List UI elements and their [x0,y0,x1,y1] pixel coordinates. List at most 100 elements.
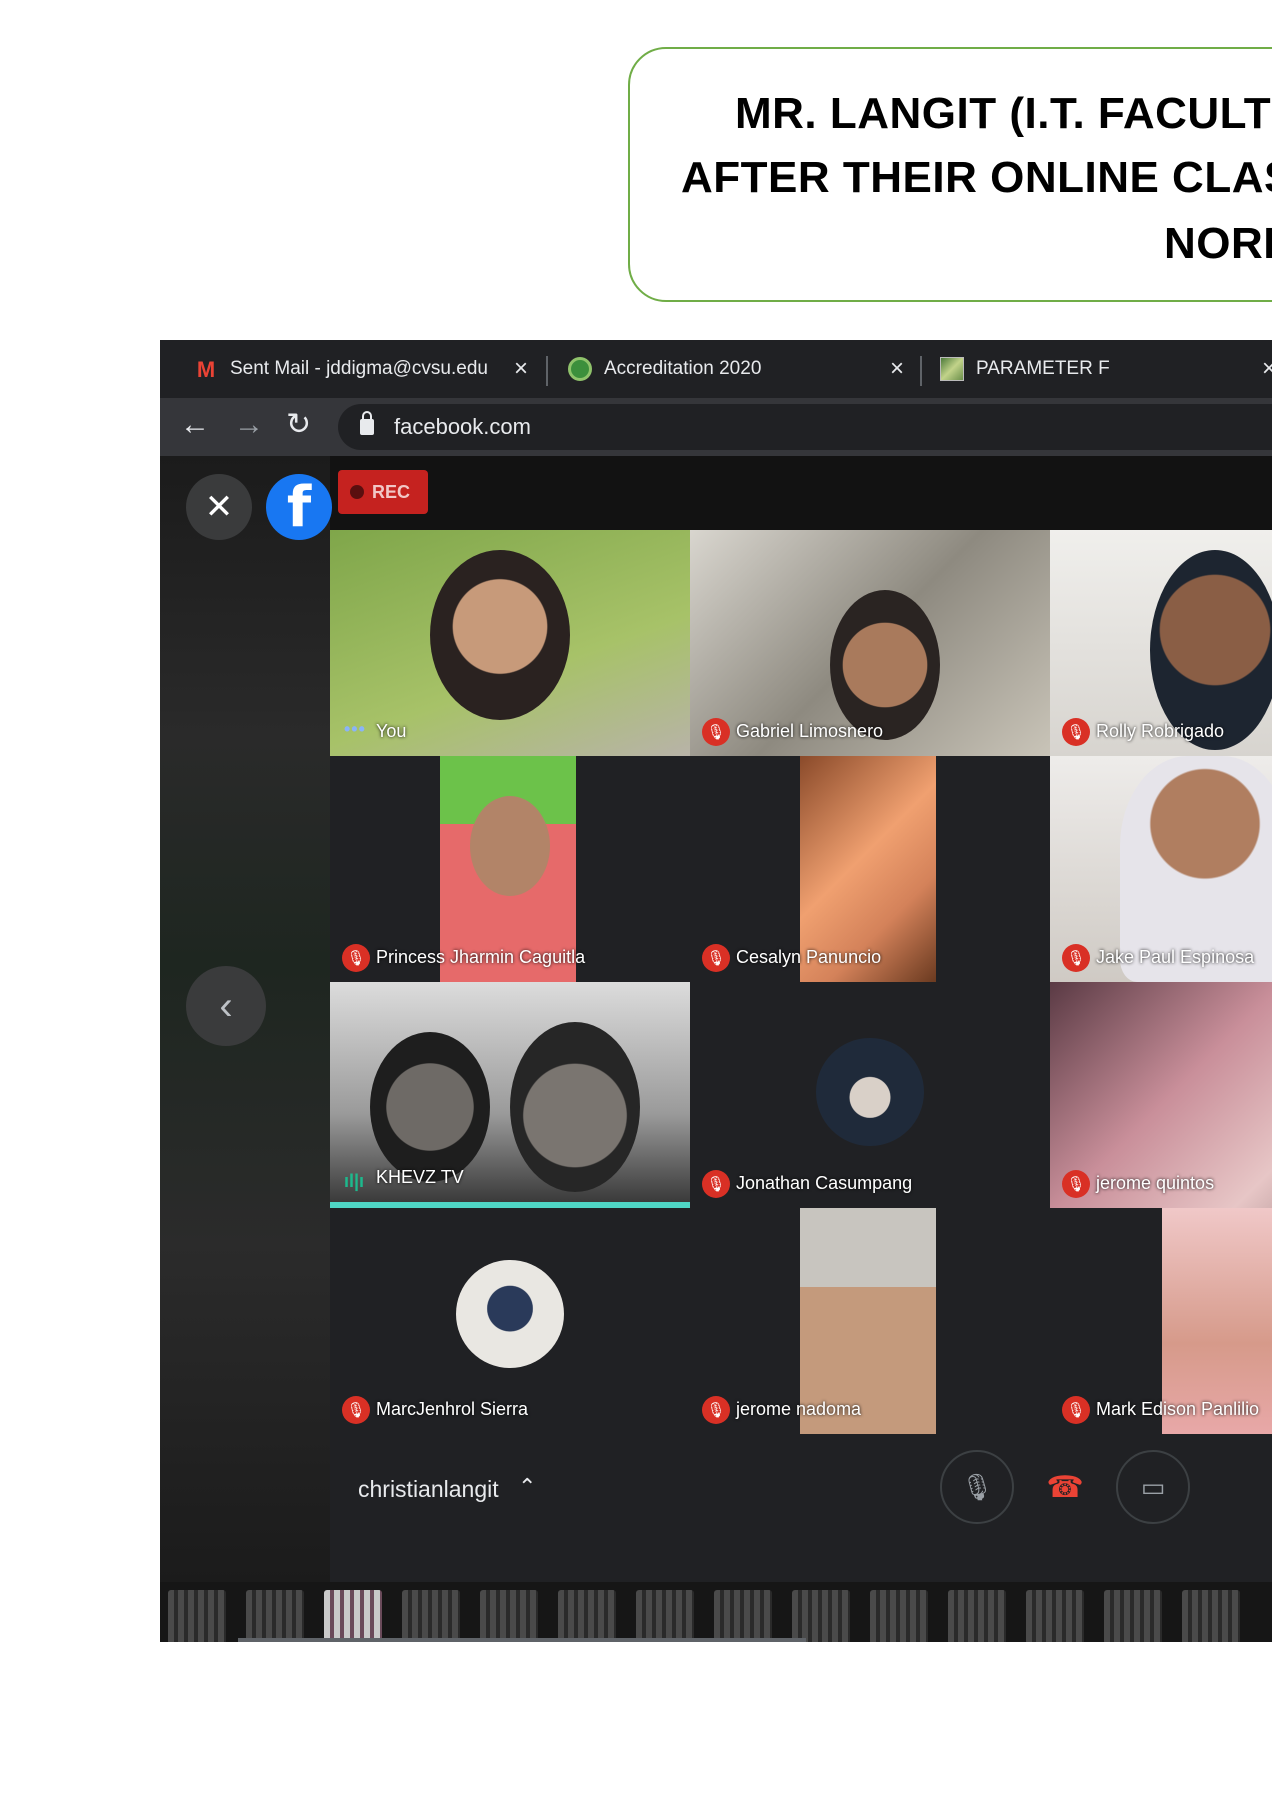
parameter-image-icon [940,357,964,381]
profile-avatar [816,1038,924,1146]
speaking-icon: ıl|ı [344,1171,365,1191]
thumbnail[interactable] [1104,1590,1162,1642]
participant-tile[interactable]: 🎙 Mark Edison Panlilio [1050,1208,1272,1434]
close-tab-icon[interactable]: × [1262,355,1272,383]
participant-face [470,796,550,896]
end-call-button[interactable]: ☎ [1028,1450,1102,1524]
back-arrow-icon[interactable]: ← [180,408,210,442]
tab-title: Accreditation 2020 [604,358,762,379]
participant-tile[interactable]: 🎙 Princess Jharmin Caguitla [330,756,690,982]
self-name[interactable]: christianlangit [358,1476,499,1503]
mic-off-icon: 🎙 [342,944,370,972]
participant-name: MarcJenhrol Sierra [376,1399,529,1419]
tab-sent-mail[interactable]: M Sent Mail - jddigma@cvsu.edu × [194,348,528,390]
participant-face [430,550,570,720]
participant-tile[interactable]: 🎙 Cesalyn Panuncio [690,756,1050,982]
participant-name: Jonathan Casumpang [736,1173,913,1193]
microphone-icon: 🎙 [960,1471,994,1502]
horizontal-scrollbar[interactable] [238,1638,806,1642]
tab-separator [920,356,922,386]
video-camera-icon: ▭ [1140,1471,1166,1502]
tab-bar: M Sent Mail - jddigma@cvsu.edu × Accredi… [160,340,1272,398]
mic-off-icon: 🎙 [1062,1396,1090,1424]
address-bar: ← → ↻ facebook.com [160,398,1272,456]
tab-separator [546,356,548,386]
thumbnail[interactable] [480,1590,538,1642]
participant-name: KHEVZ TV [376,1167,464,1187]
call-controls-bar: christianlangit ⌃ 🎙 ☎ ▭ [330,1434,1272,1582]
reload-icon[interactable]: ↻ [286,408,311,442]
mic-off-icon: 🎙 [702,1170,730,1198]
tab-title: Sent Mail - jddigma@cvsu.edu [230,358,488,379]
participant-tile[interactable]: 🎙 Gabriel Limosnero [690,530,1050,756]
participant-tile[interactable]: 🎙 Rolly Robrigado [1050,530,1272,756]
participant-name: Mark Edison Panlilio [1096,1399,1260,1419]
thumbnail[interactable] [948,1590,1006,1642]
chevron-up-icon[interactable]: ⌃ [518,1474,536,1500]
participant-tile[interactable]: ••• You [330,530,690,756]
participant-name: Cesalyn Panuncio [736,947,882,967]
mic-off-icon: 🎙 [1062,1170,1090,1198]
tab-accreditation[interactable]: Accreditation 2020 × [568,348,904,390]
thumbnail[interactable] [558,1590,616,1642]
participant-face [510,1022,640,1192]
caption-line-1: MR. LANGIT (I.T. FACULT [735,89,1272,138]
browser-screenshot: M Sent Mail - jddigma@cvsu.edu × Accredi… [160,340,1272,1642]
participant-tile[interactable]: 🎙 Jake Paul Espinosa [1050,756,1272,982]
chevron-left-icon[interactable]: ‹ [186,966,266,1046]
participant-name: Rolly Robrigado [1096,721,1225,741]
mic-off-icon: 🎙 [1062,718,1090,746]
close-tab-icon[interactable]: × [514,355,528,383]
mic-off-icon: 🎙 [702,944,730,972]
url-input[interactable]: facebook.com [338,404,1272,450]
participant-face [830,590,940,740]
thumbnail[interactable] [324,1590,382,1642]
participant-tile[interactable]: 🎙 MarcJenhrol Sierra [330,1208,690,1434]
participant-face [370,1032,490,1182]
participant-name: jerome nadoma [736,1399,862,1419]
url-text: facebook.com [394,414,531,439]
mic-off-icon: 🎙 [702,718,730,746]
thumbnail[interactable] [792,1590,850,1642]
mic-off-icon: 🎙 [1062,944,1090,972]
thumbnail[interactable] [168,1590,226,1642]
participant-face [1150,550,1272,750]
thumbnail[interactable] [246,1590,304,1642]
mic-off-icon: 🎙 [702,1396,730,1424]
participant-name: Jake Paul Espinosa [1096,947,1255,967]
thumbnail-filmstrip [160,1582,1272,1642]
participant-name: You [376,721,407,741]
thumbnail[interactable] [714,1590,772,1642]
tab-parameter-f[interactable]: PARAMETER F × [940,348,1272,390]
participant-tile[interactable]: 🎙 jerome quintos [1050,982,1272,1208]
thumbnail[interactable] [1026,1590,1084,1642]
recording-badge: REC [338,470,428,514]
participant-tile[interactable]: ıl|ı KHEVZ TV [330,982,690,1208]
participant-name: Gabriel Limosnero [736,721,884,741]
caption-box: MR. LANGIT (I.T. FACULT AFTER THEIR ONLI… [628,47,1272,302]
participant-tile[interactable]: 🎙 jerome nadoma [690,1208,1050,1434]
thumbnail[interactable] [1182,1590,1240,1642]
microphone-button[interactable]: 🎙 [940,1450,1014,1524]
participant-tile[interactable]: 🎙 Jonathan Casumpang [690,982,1050,1208]
accreditation-icon [568,357,592,381]
participant-name: Princess Jharmin Caguitla [376,947,586,967]
hang-up-icon: ☎ [1046,1470,1084,1504]
thumbnail[interactable] [636,1590,694,1642]
more-options-icon[interactable]: ••• [344,719,366,740]
close-icon[interactable]: ✕ [186,474,252,540]
participant-grid: ••• You 🎙 Gabriel Limosnero 🎙 Rolly Robr… [330,530,1272,1434]
thumbnail[interactable] [402,1590,460,1642]
close-tab-icon[interactable]: × [890,355,904,383]
gmail-icon: M [196,357,216,382]
facebook-logo-icon: f [266,474,332,540]
camera-button[interactable]: ▭ [1116,1450,1190,1524]
lock-icon [360,411,374,435]
thumbnail[interactable] [870,1590,928,1642]
caption-line-3: NORI [1164,219,1272,268]
forward-arrow-icon[interactable]: → [234,408,264,442]
tab-title: PARAMETER F [976,358,1110,379]
profile-avatar [456,1260,564,1368]
caption-line-2: AFTER THEIR ONLINE CLAS [681,153,1272,202]
mic-off-icon: 🎙 [342,1396,370,1424]
